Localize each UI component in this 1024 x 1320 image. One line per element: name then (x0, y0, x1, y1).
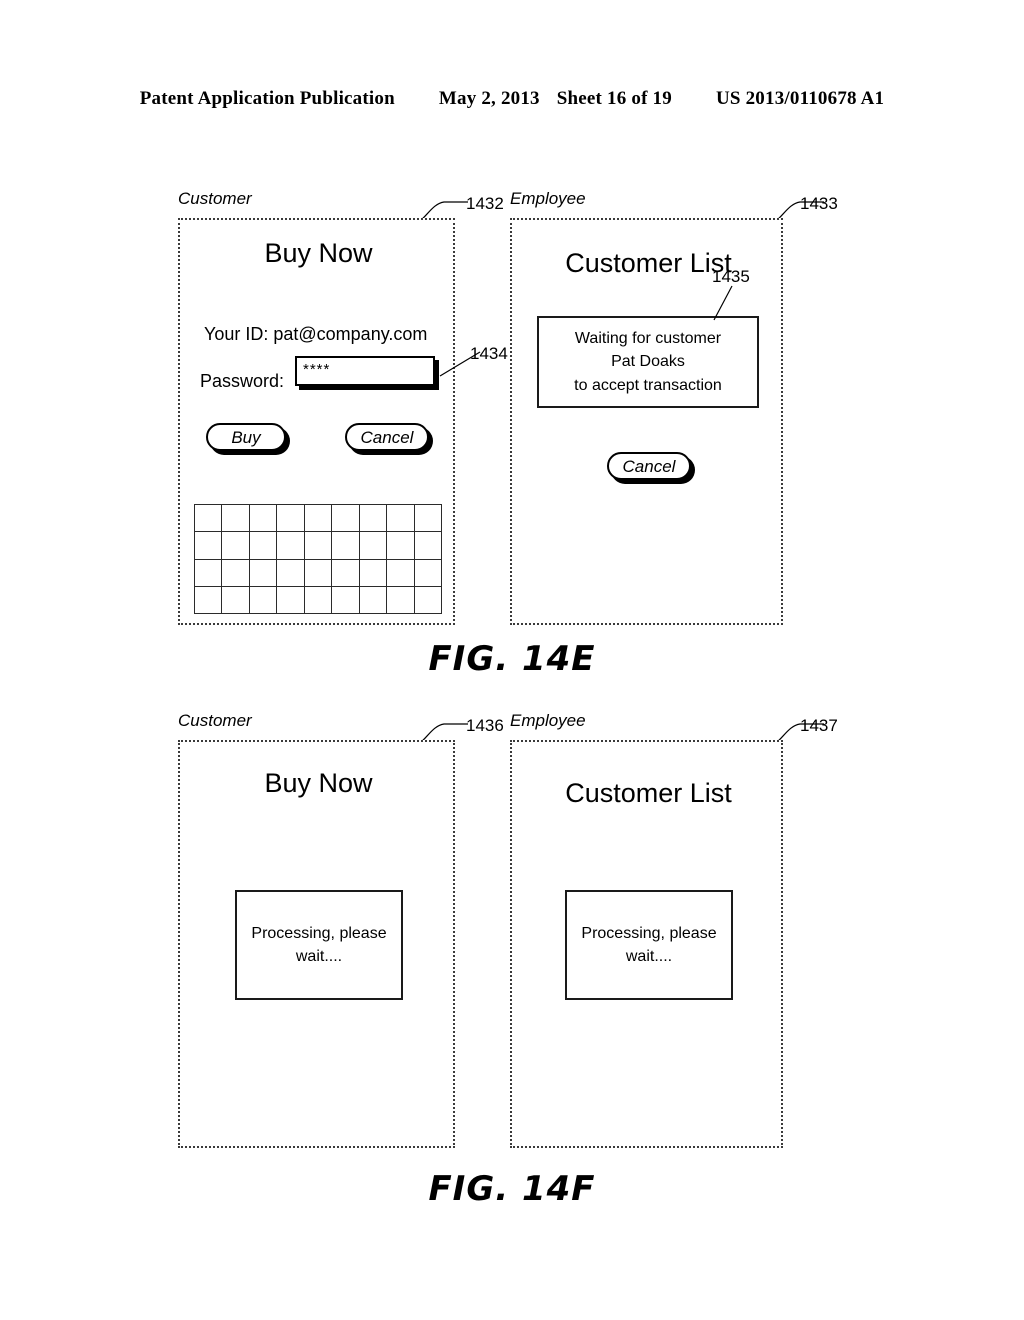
grid-cell[interactable] (358, 531, 388, 560)
processing-dialog-line-2: wait.... (625, 948, 673, 965)
publication-header: Patent Application Publication May 2, 20… (0, 88, 1024, 110)
grid-cell[interactable] (413, 531, 442, 560)
publication-date: May 2, 2013 (438, 88, 540, 109)
grid-cell[interactable] (331, 531, 360, 560)
cancel-button[interactable]: Cancel (345, 423, 429, 451)
grid-cell[interactable] (221, 531, 250, 560)
grid-cell[interactable] (276, 558, 305, 587)
role-label-employee: Employee (510, 711, 586, 730)
transaction-grid[interactable] (193, 503, 442, 615)
grid-cell[interactable] (248, 503, 278, 533)
role-label-customer: Customer (178, 189, 252, 208)
grid-cell[interactable] (221, 585, 250, 615)
grid-cell[interactable] (386, 585, 415, 615)
grid-cell[interactable] (331, 503, 360, 533)
table-row[interactable] (193, 503, 442, 533)
table-row[interactable] (193, 531, 442, 560)
grid-cell[interactable] (413, 503, 442, 533)
grid-cell[interactable] (303, 503, 333, 533)
screen-title-customer-list: Customer List (565, 778, 732, 808)
grid-cell[interactable] (221, 558, 250, 587)
figure-caption-14e: FIG. 14E (428, 639, 596, 679)
figure-14f: Customer 1436 Buy Now Processing, please… (0, 710, 1024, 1220)
customer-id-text: Your ID: pat@company.com (204, 324, 428, 344)
ref-number-1433: 1433 (800, 194, 838, 213)
grid-cell[interactable] (303, 531, 333, 560)
sheet-number: Sheet 16 of 19 (556, 88, 672, 109)
grid-cell[interactable] (413, 558, 442, 587)
screen-title-buy-now: Buy Now (264, 768, 373, 798)
grid-cell[interactable] (386, 503, 415, 533)
grid-cell[interactable] (386, 531, 415, 560)
grid-cell[interactable] (331, 585, 360, 615)
grid-cell[interactable] (221, 503, 250, 533)
processing-dialog-line-1: Processing, please (581, 924, 717, 942)
screen-title-buy-now: Buy Now (264, 238, 373, 268)
patent-number: US 2013/0110678 A1 (715, 88, 885, 109)
grid-cell[interactable] (413, 585, 442, 615)
role-label-customer: Customer (178, 711, 252, 730)
publication-title: Patent Application Publication (139, 88, 395, 109)
figure-caption-14f: FIG. 14F (428, 1169, 596, 1209)
ref-number-1434: 1434 (470, 344, 508, 363)
grid-cell[interactable] (303, 585, 333, 615)
waiting-dialog-text: Waiting for customer Pat Doaks to accept… (574, 327, 722, 397)
figure-14e: Customer 1432 Buy Now Your ID: pat@compa… (0, 190, 1024, 690)
waiting-dialog-line-3: to accept transaction (574, 376, 722, 394)
grid-cell[interactable] (331, 558, 360, 587)
ref-number-1436: 1436 (466, 716, 504, 735)
grid-cell[interactable] (276, 503, 305, 533)
grid-cell[interactable] (248, 531, 278, 560)
cancel-button[interactable]: Cancel (607, 452, 691, 480)
grid-cell[interactable] (193, 503, 223, 533)
grid-cell[interactable] (276, 585, 305, 615)
grid-cell[interactable] (358, 585, 388, 615)
table-row[interactable] (193, 585, 442, 615)
grid-cell[interactable] (193, 531, 223, 560)
buy-button[interactable]: Buy (206, 423, 286, 451)
grid-cell[interactable] (358, 558, 388, 587)
processing-dialog-text: Processing, please wait.... (251, 922, 386, 968)
grid-cell[interactable] (276, 531, 305, 560)
ref-number-1435: 1435 (712, 267, 750, 286)
processing-dialog: Processing, please wait.... (235, 890, 403, 1000)
ref-number-1432: 1432 (466, 194, 504, 213)
grid-cell[interactable] (386, 558, 415, 587)
processing-dialog: Processing, please wait.... (565, 890, 733, 1000)
processing-dialog-text: Processing, please wait.... (581, 922, 716, 968)
processing-dialog-line-2: wait.... (295, 948, 343, 965)
device-screen-customer-14e[interactable]: Buy Now Your ID: pat@company.com Passwor… (178, 218, 455, 625)
device-screen-customer-14f[interactable]: Buy Now Processing, please wait.... (178, 740, 455, 1148)
grid-cell[interactable] (358, 503, 388, 533)
device-screen-employee-14f[interactable]: Customer List Processing, please wait...… (510, 740, 783, 1148)
grid-cell[interactable] (193, 585, 223, 615)
transaction-grid-body (193, 503, 442, 615)
grid-cell[interactable] (303, 558, 333, 587)
waiting-dialog-line-2: Pat Doaks (611, 353, 685, 371)
waiting-dialog-line-1: Waiting for customer (574, 330, 722, 348)
grid-cell[interactable] (248, 585, 278, 615)
waiting-dialog: Waiting for customer Pat Doaks to accept… (537, 316, 759, 408)
processing-dialog-line-1: Processing, please (251, 924, 387, 942)
ref-number-1437: 1437 (800, 716, 838, 735)
grid-cell[interactable] (248, 558, 278, 587)
password-label: Password: (200, 371, 285, 391)
grid-cell[interactable] (193, 558, 223, 587)
table-row[interactable] (193, 558, 442, 587)
password-input[interactable]: **** (295, 356, 435, 386)
role-label-employee: Employee (510, 189, 586, 208)
